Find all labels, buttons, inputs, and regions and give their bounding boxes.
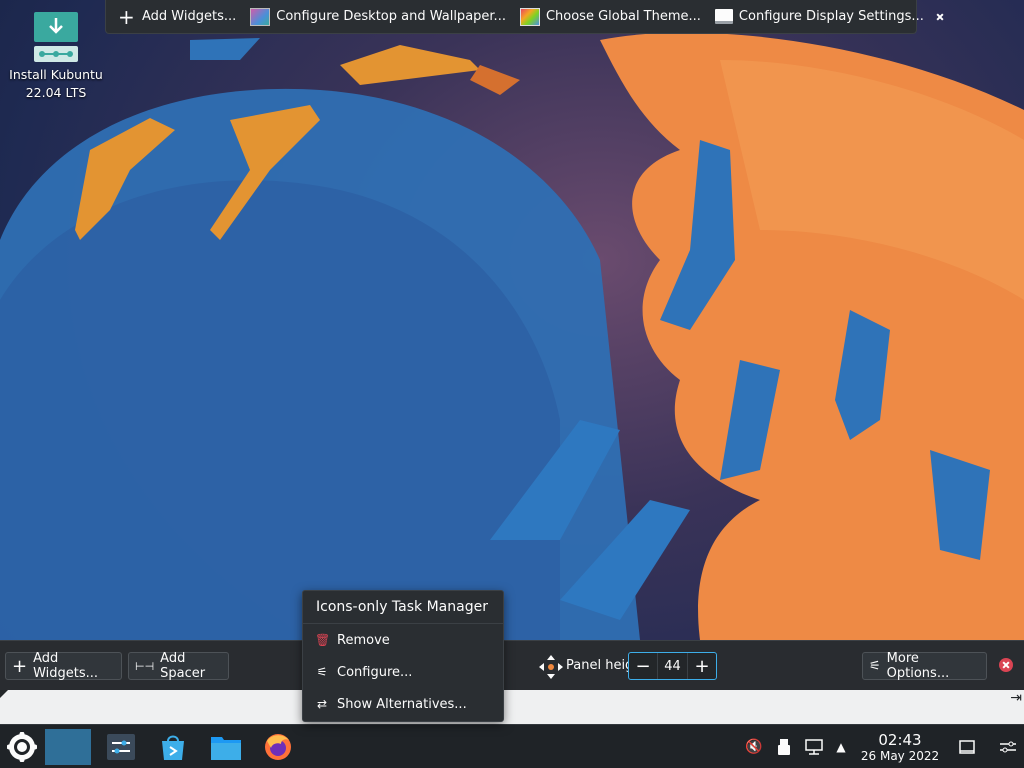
decrease-height-button[interactable]: −: [629, 653, 657, 679]
global-theme-button[interactable]: Choose Global Theme...: [514, 4, 707, 30]
configure-icon: ⚟: [316, 665, 328, 679]
panel-height-value[interactable]: 44: [657, 653, 688, 679]
add-widgets-label: Add Widgets...: [142, 9, 237, 24]
digital-clock[interactable]: 02:43 26 May 2022: [855, 731, 945, 764]
menu-item-remove[interactable]: 🗑 Remove: [303, 624, 503, 656]
menu-item-configure-label: Configure...: [337, 664, 413, 680]
ruler-left-handle-icon[interactable]: [0, 690, 8, 698]
configure-desktop-label: Configure Desktop and Wallpaper...: [276, 9, 506, 24]
panel-edit-sliders-icon[interactable]: [998, 737, 1018, 757]
close-panel-config-icon[interactable]: [999, 658, 1013, 672]
system-settings-icon[interactable]: [98, 729, 144, 765]
settings-sliders-icon: ⚟: [869, 658, 881, 674]
firefox-icon[interactable]: [255, 729, 301, 765]
alternatives-icon: ⇄: [316, 697, 328, 711]
increase-height-button[interactable]: +: [688, 653, 716, 679]
widget-context-menu: Icons-only Task Manager 🗑 Remove ⚟ Confi…: [302, 590, 504, 722]
panel-add-widgets-button[interactable]: + Add Widgets...: [5, 651, 122, 681]
move-panel-icon[interactable]: [538, 654, 564, 680]
task-manager-highlight[interactable]: [45, 729, 91, 765]
monitor-icon: [714, 9, 733, 24]
file-manager-icon[interactable]: [203, 729, 249, 765]
more-options-button[interactable]: ⚟ More Options...: [862, 651, 987, 681]
theme-icon: [519, 7, 540, 26]
desktop-icon-label-1: Install Kubuntu: [9, 67, 103, 82]
display-settings-button[interactable]: Configure Display Settings...: [709, 4, 930, 30]
network-wired-icon[interactable]: [804, 737, 824, 757]
install-kubuntu-shortcut[interactable]: Install Kubuntu 22.04 LTS: [6, 10, 106, 102]
usb-device-icon[interactable]: [774, 737, 794, 757]
plus-icon: +: [12, 655, 28, 677]
clock-date: 26 May 2022: [860, 749, 940, 763]
discover-store-icon[interactable]: [150, 729, 196, 765]
trash-icon: 🗑: [315, 633, 331, 647]
desktop-icon-label-2: 22.04 LTS: [25, 85, 87, 100]
application-launcher-icon[interactable]: [0, 729, 44, 765]
menu-item-show-alternatives-label: Show Alternatives...: [337, 696, 467, 712]
spacer-icon: ⊢⊣: [135, 659, 155, 673]
add-spacer-button[interactable]: ⊢⊣ Add Spacer: [128, 651, 229, 681]
show-hidden-icons-chevron-icon[interactable]: ▲: [831, 737, 851, 757]
panel-config-bar: + Add Widgets... ⊢⊣ Add Spacer Panel hei…: [0, 640, 1024, 691]
desktop-edit-toolbar: + Add Widgets... Configure Desktop and W…: [105, 0, 924, 34]
menu-item-show-alternatives[interactable]: ⇄ Show Alternatives...: [303, 688, 503, 720]
add-spacer-label: Add Spacer: [160, 651, 206, 681]
global-theme-label: Choose Global Theme...: [545, 9, 701, 24]
clock-time: 02:43: [878, 731, 922, 749]
panel-size-ruler[interactable]: ⇥: [0, 690, 1024, 724]
panel-add-widgets-label: Add Widgets...: [33, 651, 99, 681]
context-menu-title: Icons-only Task Manager: [303, 591, 503, 624]
wallpaper-icon: [250, 7, 271, 26]
panel-height-spinbox[interactable]: − 44 +: [628, 652, 717, 680]
menu-item-configure[interactable]: ⚟ Configure...: [303, 656, 503, 688]
configure-desktop-button[interactable]: Configure Desktop and Wallpaper...: [244, 4, 512, 30]
plus-icon: +: [118, 4, 135, 29]
more-options-label: More Options...: [886, 651, 950, 681]
taskbar: 🔇 ▲ 02:43 26 May 2022: [0, 724, 1024, 768]
volume-muted-icon[interactable]: 🔇: [744, 737, 764, 757]
kubuntu-installer-icon: [34, 12, 78, 62]
display-settings-label: Configure Display Settings...: [738, 9, 924, 24]
show-desktop-icon[interactable]: [957, 737, 977, 757]
menu-item-remove-label: Remove: [337, 632, 390, 648]
ruler-right-arrow-icon[interactable]: ⇥: [1010, 690, 1022, 706]
add-widgets-button[interactable]: + Add Widgets...: [112, 4, 242, 30]
